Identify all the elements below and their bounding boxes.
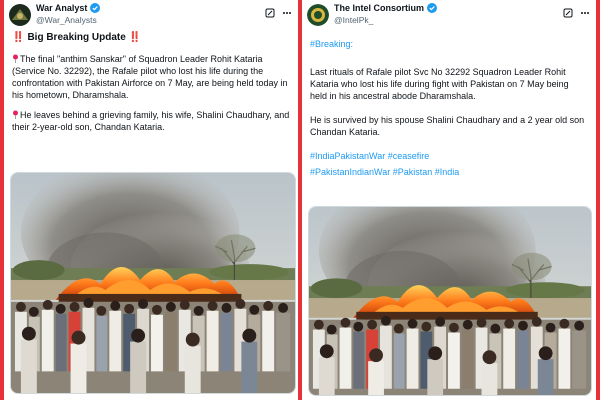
double-exclamation-icon: ‼️	[12, 32, 25, 43]
author-name-text[interactable]: War Analyst	[36, 3, 87, 13]
post-body: #Breaking: Last rituals of Rafale pilot …	[302, 32, 596, 178]
more-icon[interactable]	[580, 5, 590, 15]
verified-badge-icon	[90, 3, 101, 13]
author-name[interactable]: War Analyst	[36, 3, 101, 13]
post-paragraph: He leaves behind a grieving family, his …	[12, 109, 290, 133]
grok-icon[interactable]	[265, 5, 275, 18]
hashtags-line[interactable]: #IndiaPakistanWar #ceasefire	[310, 150, 588, 162]
post-paragraph: He is survived by his spouse Shalini Cha…	[310, 115, 585, 137]
hashtags-line[interactable]: #PakistanIndianWar #Pakistan #India	[310, 166, 588, 178]
funeral-pyre-photo[interactable]	[308, 206, 592, 396]
hashtag-breaking-link[interactable]: #Breaking:	[310, 38, 588, 50]
funeral-pyre-photo[interactable]	[10, 172, 296, 394]
pin-icon	[12, 110, 19, 119]
grok-icon[interactable]	[563, 5, 573, 18]
avatar[interactable]	[9, 4, 31, 26]
post-card-war-analyst[interactable]: War Analyst @War_Analysts ‼️ Big Breakin…	[4, 0, 298, 400]
double-exclamation-icon: ‼️	[128, 32, 142, 43]
paragraph-text: He leaves behind a grieving family, his …	[12, 110, 290, 132]
post-paragraph: Last rituals of Rafale pilot Svc No 3229…	[310, 67, 569, 101]
avatar[interactable]	[307, 4, 329, 26]
header-actions	[563, 5, 590, 18]
post-card-intel-consortium[interactable]: The Intel Consortium @IntelPk_ #Breaking…	[302, 0, 596, 400]
headline-text: Big Breaking Update	[27, 32, 126, 43]
author-handle[interactable]: @War_Analysts	[36, 15, 97, 25]
post-header: War Analyst @War_Analysts	[4, 0, 298, 32]
paragraph-text: The final "anthim Sanskar" of Squadron L…	[12, 54, 288, 100]
verified-badge-icon	[427, 3, 437, 13]
post-paragraph: The final "anthim Sanskar" of Squadron L…	[12, 53, 290, 101]
post-header: The Intel Consortium @IntelPk_	[302, 0, 596, 32]
author-handle[interactable]: @IntelPk_	[334, 15, 373, 25]
author-name-text[interactable]: The Intel Consortium	[334, 3, 424, 13]
post-headline: ‼️ Big Breaking Update ‼️	[12, 32, 290, 44]
pin-icon	[12, 54, 19, 63]
post-body: ‼️ Big Breaking Update ‼️ The final "ant…	[4, 32, 298, 133]
more-icon[interactable]	[282, 5, 292, 15]
author-name[interactable]: The Intel Consortium	[334, 3, 437, 13]
header-actions	[265, 5, 292, 18]
